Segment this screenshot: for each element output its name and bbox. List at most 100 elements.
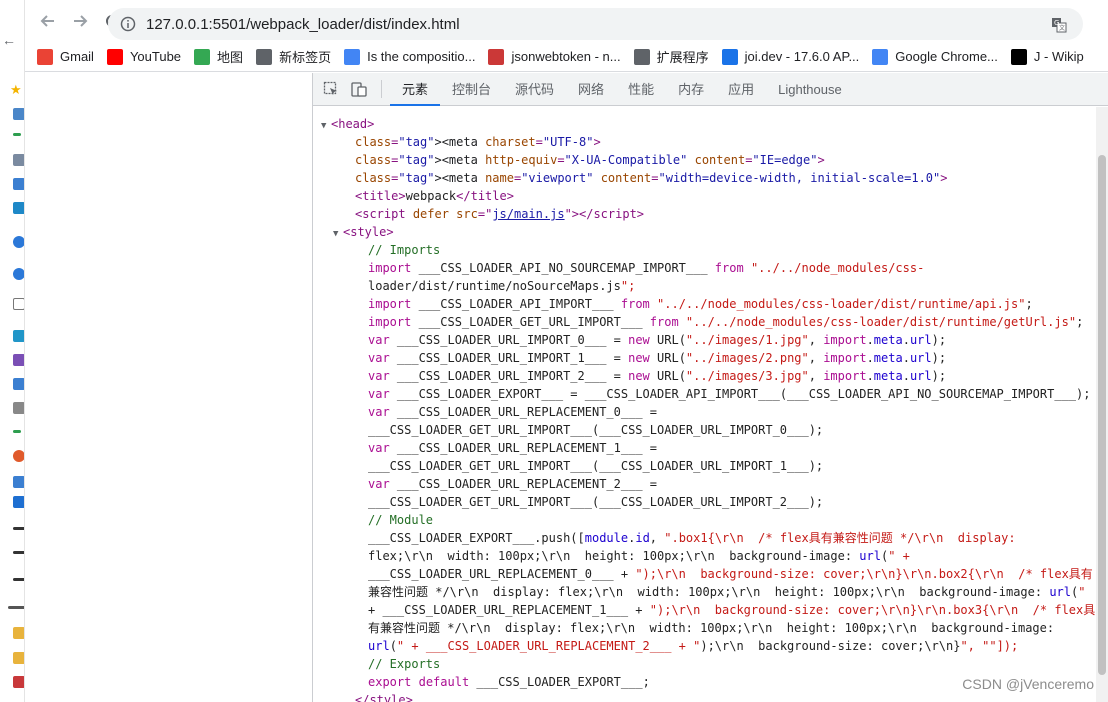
puzzle-icon bbox=[633, 48, 650, 65]
code-line[interactable]: class="tag"><meta name="viewport" conten… bbox=[355, 169, 948, 187]
forward-button[interactable] bbox=[67, 8, 93, 34]
divider-icon bbox=[8, 606, 24, 609]
bookmark-label: 扩展程序 bbox=[656, 50, 709, 65]
devtools-tab[interactable]: 性能 bbox=[616, 73, 666, 106]
divider-icon bbox=[13, 551, 24, 554]
scrollbar-thumb[interactable] bbox=[1098, 155, 1106, 675]
bookmark-item[interactable]: Google Chrome... bbox=[872, 48, 998, 65]
bookmark-label: J - Wikip bbox=[1033, 49, 1084, 64]
app-icon bbox=[13, 108, 24, 120]
bookmark-label: joi.dev - 17.6.0 AP... bbox=[744, 49, 860, 64]
code-line[interactable]: ___CSS_LOADER_GET_URL_IMPORT___(___CSS_L… bbox=[368, 421, 823, 439]
code-line[interactable]: <title>webpack</title> bbox=[355, 187, 514, 205]
bookmark-item[interactable]: J - Wikip bbox=[1010, 48, 1084, 65]
folder-icon bbox=[13, 652, 24, 664]
divider-icon bbox=[13, 578, 24, 581]
code-line[interactable]: import ___CSS_LOADER_API_IMPORT___ from … bbox=[368, 295, 1033, 313]
device-toolbar-icon[interactable] bbox=[349, 79, 369, 99]
code-line[interactable]: 兼容性问题 */\r\n display: flex;\r\n width: 1… bbox=[368, 583, 1085, 601]
code-line[interactable]: ___CSS_LOADER_GET_URL_IMPORT___(___CSS_L… bbox=[368, 493, 823, 511]
code-line[interactable]: + ___CSS_LOADER_URL_REPLACEMENT_1___ + "… bbox=[368, 601, 1095, 619]
devtools-tab[interactable]: 元素 bbox=[390, 73, 441, 106]
forward-arrow-icon bbox=[74, 15, 88, 27]
bookmark-item[interactable]: 新标签页 bbox=[256, 47, 331, 66]
app-icon bbox=[13, 476, 24, 488]
app-icon bbox=[13, 402, 24, 414]
bookmarks-bar: Gmail YouTube 地图 新标签页 Is the compositio... js… bbox=[25, 42, 1108, 72]
code-line[interactable]: loader/dist/runtime/noSourceMaps.js"; bbox=[368, 277, 635, 295]
google-icon bbox=[344, 48, 361, 65]
cloud-icon bbox=[13, 236, 24, 248]
expand-triangle-icon[interactable]: ▼ bbox=[333, 225, 343, 243]
devtools-tab[interactable]: Lighthouse bbox=[766, 73, 854, 106]
code-line[interactable]: // Imports bbox=[368, 241, 440, 259]
devtools-tab[interactable]: 内存 bbox=[666, 73, 716, 106]
code-line[interactable]: </style> bbox=[355, 691, 413, 702]
code-line[interactable]: export default ___CSS_LOADER_EXPORT___; bbox=[368, 673, 650, 691]
code-line[interactable]: ▼ <head> bbox=[321, 115, 374, 133]
code-line[interactable]: ___CSS_LOADER_URL_REPLACEMENT_0___ + ");… bbox=[368, 565, 1093, 583]
code-line[interactable]: var ___CSS_LOADER_URL_IMPORT_2___ = new … bbox=[368, 367, 946, 385]
devtools-tab[interactable]: 网络 bbox=[566, 73, 616, 106]
code-line[interactable]: var ___CSS_LOADER_URL_REPLACEMENT_1___ = bbox=[368, 439, 657, 457]
bookmark-label: Gmail bbox=[60, 49, 94, 64]
app-icon bbox=[13, 676, 24, 688]
info-icon[interactable] bbox=[120, 16, 136, 32]
joi-icon bbox=[721, 48, 738, 65]
expand-triangle-icon[interactable]: ▼ bbox=[321, 117, 331, 135]
cloud-icon bbox=[13, 268, 24, 280]
code-line[interactable]: url(" + ___CSS_LOADER_URL_REPLACEMENT_2_… bbox=[368, 637, 1018, 655]
address-bar[interactable]: 127.0.0.1:5501/webpack_loader/dist/index… bbox=[108, 8, 1083, 40]
code-line[interactable]: class="tag"><meta charset="UTF-8"> bbox=[355, 133, 601, 151]
code-line[interactable]: // Module bbox=[368, 511, 433, 529]
star-icon: ★ bbox=[10, 82, 22, 97]
code-line[interactable]: class="tag"><meta http-equiv="X-UA-Compa… bbox=[355, 151, 825, 169]
bookmark-item[interactable]: jsonwebtoken - n... bbox=[488, 48, 621, 65]
code-line[interactable]: ___CSS_LOADER_EXPORT___.push([module.id,… bbox=[368, 529, 1016, 547]
code-line[interactable]: var ___CSS_LOADER_URL_IMPORT_0___ = new … bbox=[368, 331, 946, 349]
devtools-tab[interactable]: 源代码 bbox=[503, 73, 566, 106]
app-icon bbox=[13, 378, 24, 390]
translate-icon[interactable]: G文 bbox=[1051, 17, 1067, 36]
code-line[interactable]: import ___CSS_LOADER_GET_URL_IMPORT___ f… bbox=[368, 313, 1083, 331]
script-src-link[interactable]: js/main.js bbox=[492, 207, 564, 221]
bookmark-item[interactable]: Gmail bbox=[37, 48, 94, 65]
title-text: webpack bbox=[405, 189, 457, 203]
back-button[interactable] bbox=[35, 8, 61, 34]
devtools-scrollbar[interactable] bbox=[1096, 107, 1108, 702]
code-line[interactable]: var ___CSS_LOADER_URL_REPLACEMENT_0___ = bbox=[368, 403, 657, 421]
youtube-icon bbox=[106, 48, 123, 65]
devtools-panel: 元素 控制台 源代码 网络 性能 内存 应用 Lighthouse ▼ <head> class=… bbox=[312, 73, 1108, 702]
bookmark-item[interactable]: 地图 bbox=[194, 47, 243, 66]
svg-text:文: 文 bbox=[1059, 24, 1065, 32]
devtools-tab[interactable]: 应用 bbox=[716, 73, 766, 106]
code-line[interactable]: 有兼容性问题 */\r\n display: flex;\r\n width: … bbox=[368, 619, 1054, 637]
app-icon bbox=[13, 178, 24, 190]
bookmark-item[interactable]: 扩展程序 bbox=[633, 47, 709, 66]
app-icon bbox=[13, 330, 24, 342]
devtools-tab-bar: 元素 控制台 源代码 网络 性能 内存 应用 Lighthouse bbox=[313, 73, 1108, 106]
watermark: CSDN @jVenceremo bbox=[962, 676, 1094, 692]
globe-icon bbox=[256, 48, 273, 65]
code-line[interactable]: var ___CSS_LOADER_URL_REPLACEMENT_2___ = bbox=[368, 475, 657, 493]
code-line[interactable]: // Exports bbox=[368, 655, 440, 673]
code-line[interactable]: var ___CSS_LOADER_URL_IMPORT_1___ = new … bbox=[368, 349, 946, 367]
url-text: 127.0.0.1:5501/webpack_loader/dist/index… bbox=[146, 15, 460, 33]
bookmark-item[interactable]: joi.dev - 17.6.0 AP... bbox=[721, 48, 860, 65]
inspect-element-icon[interactable] bbox=[321, 79, 341, 99]
bookmark-label: Is the compositio... bbox=[367, 49, 476, 64]
elements-tree: ▼ <head> class="tag"><meta charset="UTF-8"… bbox=[313, 107, 1097, 702]
bookmark-item[interactable]: Is the compositio... bbox=[344, 48, 476, 65]
code-line[interactable]: var ___CSS_LOADER_EXPORT___ = ___CSS_LOA… bbox=[368, 385, 1090, 403]
devtools-tab[interactable]: 控制台 bbox=[440, 73, 503, 106]
code-line[interactable]: ___CSS_LOADER_GET_URL_IMPORT___(___CSS_L… bbox=[368, 457, 823, 475]
code-line[interactable]: ▼ <style> bbox=[333, 223, 394, 241]
background-window-strip: ← ★ bbox=[0, 0, 25, 702]
page-content bbox=[25, 73, 312, 702]
bookmark-item[interactable]: YouTube bbox=[106, 48, 181, 65]
code-line[interactable]: import ___CSS_LOADER_API_NO_SOURCEMAP_IM… bbox=[368, 259, 924, 277]
code-line[interactable]: flex;\r\n width: 100px;\r\n height: 100p… bbox=[368, 547, 910, 565]
npm-icon bbox=[488, 48, 505, 65]
code-line[interactable]: <script defer src="js/main.js"></script> bbox=[355, 205, 644, 223]
back-arrow-icon bbox=[40, 15, 54, 27]
